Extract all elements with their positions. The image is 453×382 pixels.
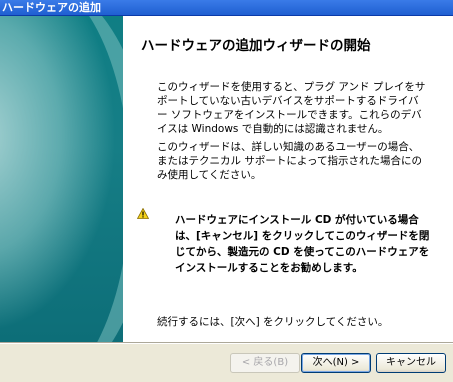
side-curve [0, 16, 123, 342]
next-button[interactable]: 次へ(N) > [301, 353, 371, 373]
warning-message: ハードウェアにインストール CD が付いている場合は、[キャンセル] をクリック… [175, 214, 430, 274]
window-title: ハードウェアの追加 [0, 0, 453, 16]
cancel-button[interactable]: キャンセル [376, 353, 446, 373]
intro-paragraph: このウィザードを使用すると、プラグ アンド プレイをサポートしていない古いデバイ… [157, 81, 426, 135]
wizard-side-graphic [0, 16, 123, 342]
button-bar: < 戻る(B) 次へ(N) > キャンセル [0, 344, 453, 382]
back-button[interactable]: < 戻る(B) [230, 353, 300, 373]
usage-paragraph: このウィザードは、詳しい知識のあるユーザーの場合、またはテクニカル サポートによ… [157, 141, 422, 181]
wizard-heading: ハードウェアの追加ウィザードの開始 [141, 38, 371, 54]
wizard-content: ハードウェアの追加ウィザードの開始 このウィザードを使用すると、プラグ アンド … [0, 16, 453, 342]
continue-instruction: 続行するには、[次へ] をクリックしてください。 [157, 316, 389, 328]
warning-icon [137, 208, 149, 219]
wizard-main-panel: ハードウェアの追加ウィザードの開始 このウィザードを使用すると、プラグ アンド … [123, 16, 453, 342]
